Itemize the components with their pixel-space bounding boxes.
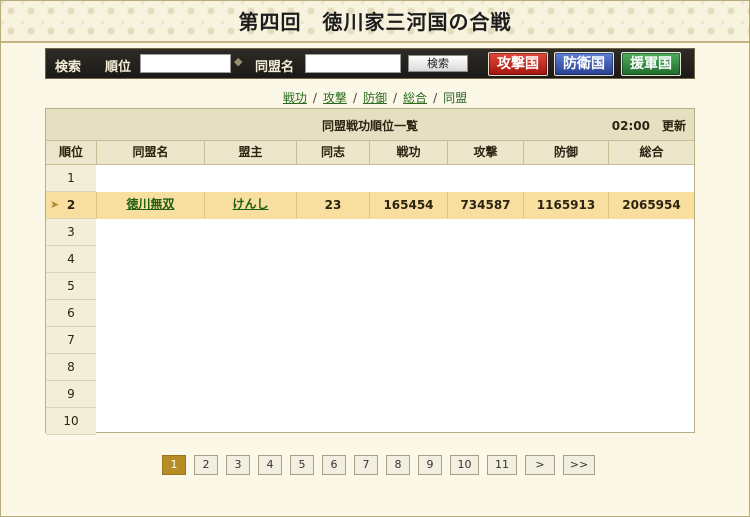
search-label: 検索 — [55, 60, 82, 75]
table-title: 同盟戦功順位一覧 — [321, 119, 418, 133]
next-page-button[interactable]: > — [525, 455, 555, 475]
alliance-name-cell: 徳川無双 — [96, 192, 204, 219]
nav-slash: / — [393, 91, 398, 105]
page-button[interactable]: 2 — [194, 455, 218, 475]
table-row: 6 — [46, 300, 694, 327]
column-header: 同志 — [296, 141, 369, 164]
page-button[interactable]: 10 — [450, 455, 479, 475]
members-cell: 23 — [296, 192, 369, 219]
nav-slash: / — [433, 91, 438, 105]
alliance-input[interactable] — [305, 54, 401, 73]
nav-slash: / — [352, 91, 357, 105]
rank-cell: 4 — [46, 246, 96, 273]
attack-nation-button[interactable]: 攻撃国 — [488, 52, 548, 76]
page-title: 第四回 徳川家三河国の合戦 — [238, 10, 512, 34]
table-row: 5 — [46, 273, 694, 300]
rank-cell: 1 — [46, 165, 96, 192]
nav-slash: / — [312, 91, 317, 105]
leader-cell: けんし — [204, 192, 296, 219]
tab-attack[interactable]: 攻撃 — [323, 91, 347, 105]
table-row-highlighted: ➤ 2 徳川無双 けんし 23 165454 734587 1165913 20… — [46, 192, 694, 219]
rank-cell: 9 — [46, 381, 96, 408]
total-cell: 2065954 — [608, 192, 694, 219]
column-header: 攻撃 — [447, 141, 523, 164]
search-bar: 検索 順位 ◆ 同盟名 検索 攻撃国 防衛国 援軍国 — [45, 48, 695, 79]
column-header: 総合 — [608, 141, 694, 164]
page-button[interactable]: 3 — [226, 455, 250, 475]
tab-total[interactable]: 総合 — [403, 91, 427, 105]
ranking-table: 同盟戦功順位一覧 02:00 更新 順位 同盟名 盟主 同志 戦功 攻撃 防御 … — [45, 108, 695, 435]
page-button[interactable]: 9 — [418, 455, 442, 475]
column-header-row: 順位 同盟名 盟主 同志 戦功 攻撃 防御 総合 — [46, 141, 694, 165]
page-button[interactable]: 5 — [290, 455, 314, 475]
page-button[interactable]: 4 — [258, 455, 282, 475]
attack-cell: 734587 — [447, 192, 523, 219]
rank-cell: 8 — [46, 354, 96, 381]
rank-cell: 6 — [46, 300, 96, 327]
column-header: 戦功 — [369, 141, 447, 164]
page-button[interactable]: 11 — [487, 455, 517, 475]
tab-alliance: 同盟 — [443, 91, 468, 105]
support-nation-button[interactable]: 援軍国 — [621, 52, 681, 76]
search-button[interactable]: 検索 — [408, 55, 468, 72]
rank-cell: 10 — [46, 408, 96, 435]
column-header: 同盟名 — [96, 141, 204, 164]
rank-cell: ➤ 2 — [46, 192, 96, 219]
column-header: 盟主 — [204, 141, 296, 164]
last-page-button[interactable]: >> — [563, 455, 595, 475]
alliance-label: 同盟名 — [255, 60, 295, 75]
table-header-bar: 同盟戦功順位一覧 02:00 更新 — [46, 109, 694, 141]
rank-cell: 3 — [46, 219, 96, 246]
column-header: 防御 — [523, 141, 608, 164]
page-button[interactable]: 7 — [354, 455, 378, 475]
chevron-right-icon: ➤ — [50, 198, 60, 211]
table-row: 7 — [46, 327, 694, 354]
tab-merit[interactable]: 戦功 — [283, 91, 307, 105]
leader-name-link[interactable]: けんし — [232, 197, 268, 211]
page-frame: 第四回 徳川家三河国の合戦 検索 順位 ◆ 同盟名 検索 攻撃国 防衛国 援軍国… — [0, 0, 750, 517]
page-button[interactable]: 8 — [386, 455, 410, 475]
tab-defense[interactable]: 防御 — [363, 91, 387, 105]
update-time: 02:00 更新 — [611, 119, 686, 133]
table-row: 10 — [46, 408, 694, 435]
rank-value: 2 — [66, 198, 76, 212]
page-button[interactable]: 6 — [322, 455, 346, 475]
table-row: 9 — [46, 381, 694, 408]
rank-input[interactable] — [140, 54, 231, 73]
table-row: 3 — [46, 219, 694, 246]
defense-cell: 1165913 — [523, 192, 608, 219]
page-button-current[interactable]: 1 — [162, 455, 186, 475]
page-header: 第四回 徳川家三河国の合戦 — [1, 1, 749, 43]
table-row: 1 — [46, 165, 694, 192]
rank-cell: 5 — [46, 273, 96, 300]
alliance-name-link[interactable]: 徳川無双 — [126, 197, 174, 211]
table-row: 8 — [46, 354, 694, 381]
table-row: 4 — [46, 246, 694, 273]
defend-nation-button[interactable]: 防衛国 — [554, 52, 614, 76]
separator-icon: ◆ — [234, 55, 243, 68]
rank-cell: 7 — [46, 327, 96, 354]
column-header: 順位 — [58, 145, 83, 159]
rank-label: 順位 — [105, 60, 132, 75]
merit-cell: 165454 — [369, 192, 447, 219]
category-nav: 戦功 / 攻撃 / 防御 / 総合 / 同盟 — [1, 89, 749, 106]
